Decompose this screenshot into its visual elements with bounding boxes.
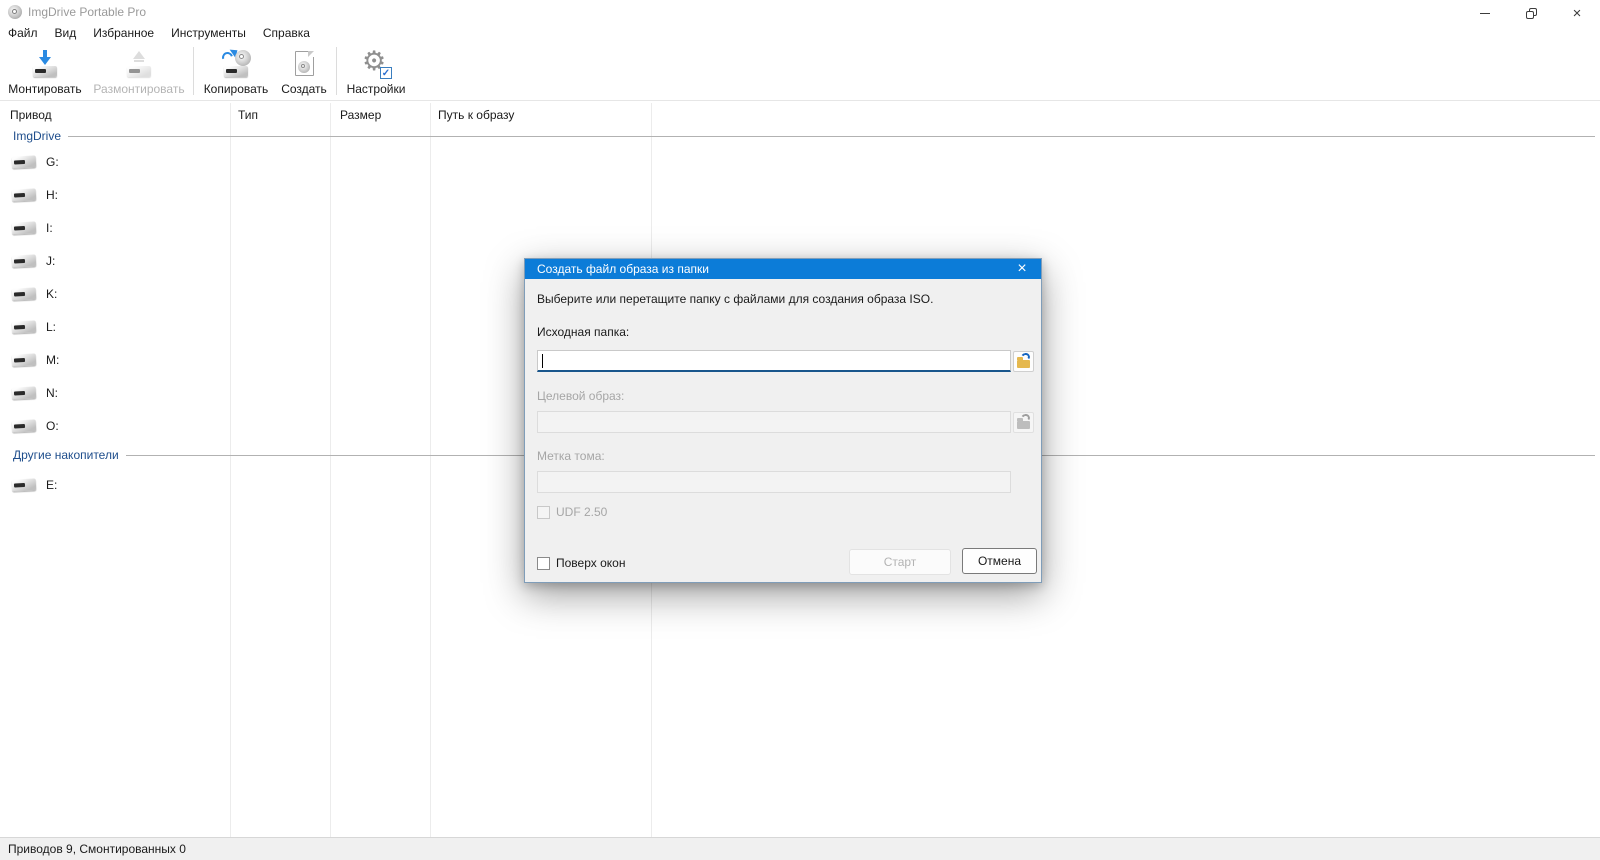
unmount-button[interactable]: Размонтировать — [88, 42, 190, 100]
toolbar-separator — [193, 47, 194, 95]
source-folder-input-wrap — [537, 350, 1011, 372]
settings-gear-icon: ⚙ ✓ — [362, 46, 392, 79]
drive-icon — [11, 187, 37, 202]
create-button-label: Создать — [281, 82, 327, 96]
menu-help[interactable]: Справка — [263, 26, 310, 40]
drive-row-h[interactable]: H: — [0, 178, 1595, 211]
minimize-icon — [1480, 12, 1490, 14]
status-text: Приводов 9, Смонтированных 0 — [8, 842, 186, 856]
target-image-input[interactable] — [537, 411, 1011, 433]
create-image-dialog: Создать файл образа из папки × Выберите … — [524, 258, 1042, 583]
drive-row-i[interactable]: I: — [0, 211, 1595, 244]
column-header-image-path[interactable]: Путь к образу — [438, 103, 514, 127]
window-titlebar: ImgDrive Portable Pro × — [0, 0, 1600, 24]
drive-icon — [11, 385, 37, 400]
restore-icon — [1525, 7, 1537, 19]
toolbar-separator — [336, 47, 337, 95]
restore-button[interactable] — [1508, 0, 1554, 26]
volume-label-input[interactable] — [537, 471, 1011, 493]
minimize-button[interactable] — [1462, 0, 1508, 26]
copy-button-label: Копировать — [203, 82, 269, 96]
volume-label-input-wrap — [537, 471, 1011, 493]
volume-label-label: Метка тома: — [537, 449, 605, 463]
column-header-drive[interactable]: Привод — [10, 103, 52, 127]
udf-checkbox-row: UDF 2.50 — [537, 505, 607, 519]
toolbar: Монтировать Размонтировать Копировать Со… — [0, 42, 1600, 101]
create-image-icon — [289, 49, 319, 79]
status-bar: Приводов 9, Смонтированных 0 — [0, 837, 1600, 860]
close-button[interactable]: × — [1554, 0, 1600, 26]
folder-icon — [1017, 357, 1030, 368]
always-on-top-label: Поверх окон — [556, 556, 626, 570]
copy-disc-icon — [220, 46, 251, 79]
browse-target-image-button[interactable] — [1013, 412, 1034, 433]
cancel-button[interactable]: Отмена — [962, 548, 1037, 574]
folder-icon — [1017, 418, 1030, 429]
settings-button-label: Настройки — [346, 82, 406, 96]
close-icon: × — [1017, 260, 1027, 277]
settings-button[interactable]: ⚙ ✓ Настройки — [340, 42, 412, 100]
drive-icon — [11, 253, 37, 268]
group-header-imgdrive: ImgDrive — [0, 127, 1595, 145]
always-on-top-checkbox-row: Поверх окон — [537, 556, 625, 570]
group-divider-line — [68, 135, 1595, 137]
drive-icon — [11, 418, 37, 433]
text-caret — [542, 354, 543, 368]
window-title: ImgDrive Portable Pro — [28, 5, 147, 19]
menu-bar: Файл Вид Избранное Инструменты Справка — [0, 24, 1600, 42]
drive-icon — [11, 352, 37, 367]
mount-drive-icon — [30, 49, 60, 79]
drive-icon — [11, 220, 37, 235]
source-folder-input[interactable] — [537, 350, 1011, 372]
udf-checkbox[interactable] — [537, 505, 550, 519]
menu-tools[interactable]: Инструменты — [171, 26, 246, 40]
copy-button[interactable]: Копировать — [197, 42, 275, 100]
dialog-close-button[interactable]: × — [1009, 259, 1035, 279]
unmount-button-label: Размонтировать — [93, 82, 185, 96]
start-button[interactable]: Старт — [849, 549, 951, 575]
drive-icon — [11, 154, 37, 169]
dialog-title: Создать файл образа из папки — [537, 262, 709, 276]
close-icon: × — [1572, 4, 1582, 22]
browse-source-folder-button[interactable] — [1013, 351, 1034, 372]
menu-favorites[interactable]: Избранное — [93, 26, 154, 40]
app-disc-icon — [8, 5, 22, 19]
drive-icon — [11, 477, 37, 492]
eject-drive-icon — [124, 49, 154, 79]
udf-checkbox-label: UDF 2.50 — [556, 505, 608, 519]
imgdrive-main-window: ImgDrive Portable Pro × Файл Вид Избранн… — [0, 0, 1600, 860]
drive-icon — [11, 286, 37, 301]
mount-button-label: Монтировать — [8, 82, 82, 96]
always-on-top-checkbox[interactable] — [537, 556, 550, 570]
dialog-instruction: Выберите или перетащите папку с файлами … — [537, 292, 934, 306]
column-header-size[interactable]: Размер — [340, 103, 381, 127]
target-image-input-wrap — [537, 411, 1011, 433]
column-header-type[interactable]: Тип — [238, 103, 258, 127]
drive-list-header: Привод Тип Размер Путь к образу — [0, 103, 1600, 127]
drive-row-g[interactable]: G: — [0, 145, 1595, 178]
menu-view[interactable]: Вид — [55, 26, 77, 40]
dialog-titlebar: Создать файл образа из папки — [525, 259, 1041, 279]
source-folder-label: Исходная папка: — [537, 325, 630, 339]
target-image-label: Целевой образ: — [537, 389, 625, 403]
menu-file[interactable]: Файл — [8, 26, 38, 40]
mount-button[interactable]: Монтировать — [2, 42, 88, 100]
drive-icon — [11, 319, 37, 334]
check-icon: ✓ — [380, 67, 392, 79]
create-button[interactable]: Создать — [275, 42, 333, 100]
